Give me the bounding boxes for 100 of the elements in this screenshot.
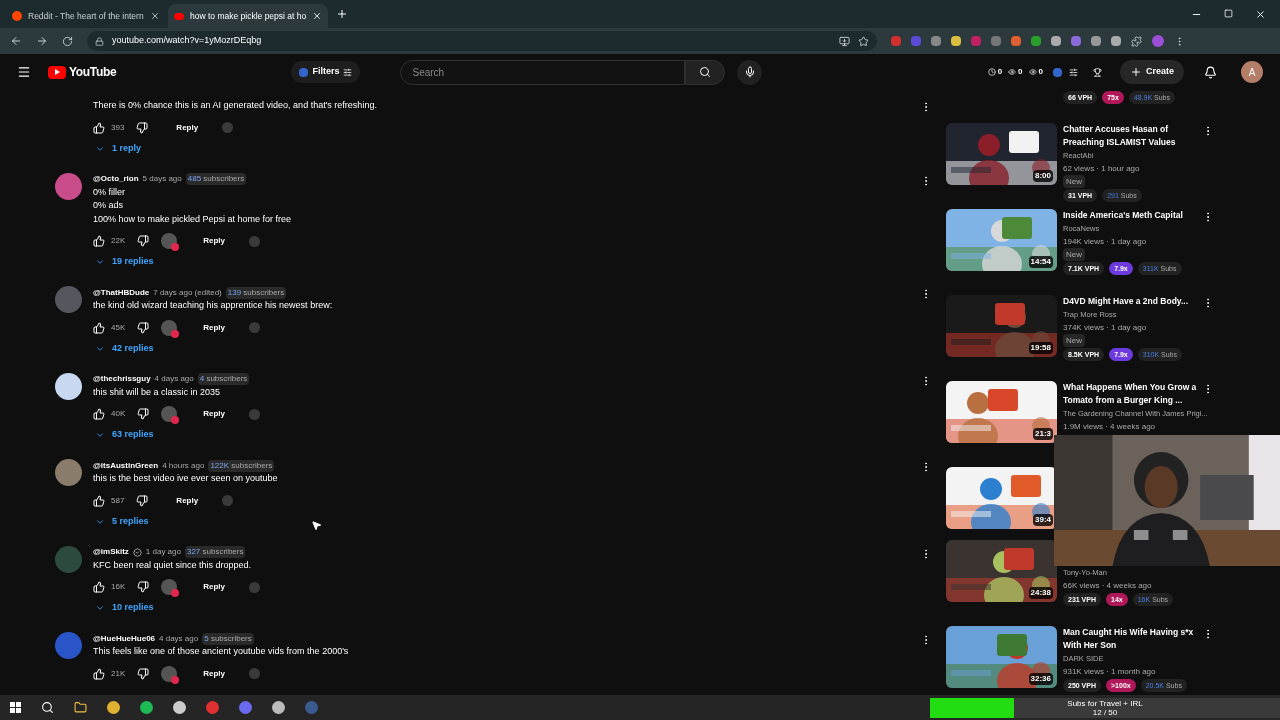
like-count: 393 (111, 121, 125, 134)
forward-icon[interactable] (36, 35, 48, 47)
address-bar[interactable]: youtube.com/watch?v=1yMozrDEqbg (87, 31, 877, 51)
reload-icon[interactable] (62, 35, 73, 47)
windows-start-icon[interactable] (10, 702, 21, 713)
create-button[interactable]: Create (1120, 60, 1184, 84)
subscriber-count-badge: 327 subscribers (184, 546, 246, 558)
like-icon[interactable] (93, 494, 105, 507)
search-icon[interactable] (41, 701, 54, 714)
trophy-icon[interactable] (1093, 67, 1102, 77)
reply-button[interactable]: Reply (195, 233, 234, 249)
replies-toggle[interactable]: 5 replies (95, 512, 149, 531)
comment-author[interactable]: @itsAustinGreen (93, 459, 159, 472)
video-title[interactable]: Inside America's Meth Capital (1063, 209, 1198, 222)
voice-search-button[interactable] (737, 59, 763, 85)
chevron-down-icon (95, 430, 105, 440)
comment-text: the kind old wizard teaching his apprentice his newest brew: (93, 299, 333, 312)
video-meta: 194K views · 1 day ago (1063, 236, 1148, 248)
comment-time: 4 days ago (154, 373, 194, 385)
comment-time: 7 days ago (edited) (153, 286, 222, 299)
reply-button[interactable]: Reply (195, 665, 234, 682)
replies-toggle[interactable]: 42 replies (95, 339, 154, 358)
goal-title: Subs for Travel + IRL (1067, 698, 1143, 708)
comment-author[interactable]: @Octo_rion (93, 173, 139, 185)
comment-author[interactable]: @HueHueHue06 (93, 632, 156, 645)
notifications-icon[interactable] (1204, 65, 1217, 79)
browser-tab[interactable]: Reddit - The heart of the intern (6, 4, 166, 28)
counter: 0 (1018, 66, 1023, 78)
close-icon[interactable] (150, 11, 160, 21)
filters-button[interactable]: Filters (291, 61, 361, 83)
replies-toggle[interactable]: 19 replies (95, 253, 154, 271)
reply-button[interactable]: Reply (195, 579, 234, 595)
video-meta: 374K views · 1 day ago (1063, 322, 1148, 334)
replies-toggle[interactable]: 10 replies (95, 599, 154, 617)
video-duration: 32:36 (1028, 673, 1053, 685)
avatar (55, 286, 82, 313)
tab-title: Reddit - The heart of the intern (28, 9, 144, 23)
sliders-icon (343, 67, 353, 77)
like-icon[interactable] (93, 581, 105, 593)
profile-icon[interactable] (1152, 35, 1164, 47)
replies-toggle[interactable]: 1 reply (95, 139, 142, 158)
like-icon[interactable] (93, 321, 105, 334)
dislike-icon[interactable] (136, 494, 149, 507)
extension-icon (299, 67, 309, 77)
bookmark-icon[interactable] (858, 35, 869, 47)
new-tab-icon[interactable] (336, 8, 348, 20)
dislike-icon[interactable] (137, 235, 150, 247)
reply-button[interactable]: Reply (168, 492, 207, 509)
video-title[interactable]: D4VD Might Have a 2nd Body... (1063, 295, 1198, 308)
video-title[interactable]: Man Caught His Wife Having s*x With Her Son (1063, 626, 1198, 652)
subscriber-count-badge: 139 subscribers (225, 286, 287, 299)
avatar (55, 545, 82, 573)
like-count: 16K (111, 581, 126, 593)
maximize-icon[interactable] (1224, 8, 1233, 18)
search-button[interactable] (685, 59, 726, 85)
comment-author[interactable]: @ThatHBDude (93, 286, 150, 299)
like-icon[interactable] (93, 408, 105, 420)
like-icon[interactable] (93, 121, 105, 134)
avatar (55, 372, 82, 400)
search-field[interactable]: Search (400, 59, 686, 85)
extensions-icon[interactable] (1131, 35, 1142, 47)
video-title[interactable]: What Happens When You Grow a Tomato from a Burger King ... (1063, 381, 1198, 407)
new-badge: New (1063, 334, 1085, 347)
comment-text: this shit will be a classic in 2035 (93, 385, 221, 399)
extension-icon[interactable] (1053, 67, 1062, 77)
dislike-icon[interactable] (137, 408, 150, 420)
reply-button[interactable]: Reply (195, 406, 234, 422)
dislike-icon[interactable] (137, 581, 150, 593)
reply-button[interactable]: Reply (195, 319, 234, 336)
reply-button[interactable]: Reply (168, 119, 207, 136)
video-duration: 14:54 (1028, 256, 1053, 268)
like-icon[interactable] (93, 667, 105, 680)
close-icon[interactable] (312, 11, 322, 21)
youtube-logo-icon (48, 65, 66, 79)
close-icon[interactable] (1255, 8, 1266, 20)
folder-icon[interactable] (74, 701, 87, 714)
back-icon[interactable] (10, 35, 22, 47)
dislike-icon[interactable] (136, 121, 149, 134)
comment-author[interactable]: @imSkitz (93, 546, 129, 558)
menu-icon[interactable] (17, 65, 31, 79)
subscriber-count-badge: 485 subscribers (185, 173, 247, 185)
like-icon[interactable] (93, 235, 105, 247)
dislike-icon[interactable] (137, 321, 150, 334)
clock-icon (987, 68, 996, 76)
dislike-icon[interactable] (137, 667, 150, 680)
comment-text: There is 0% chance this is an AI generated video, and that's refreshing. (93, 99, 377, 112)
replies-toggle[interactable]: 63 replies (95, 426, 154, 444)
video-title[interactable]: Chatter Accuses Hasan of Preaching ISLAMIST Values (1063, 123, 1198, 149)
sliders-icon[interactable] (1069, 67, 1078, 77)
subscriber-count-badge: 4 subscribers (197, 373, 250, 385)
browser-tab[interactable]: how to make pickle pepsi at ho (168, 4, 328, 28)
comment-author[interactable]: @thechrissguy (93, 373, 151, 385)
subscriber-count-badge: 5 subscribers (202, 632, 254, 645)
video-meta: 66K views · 4 weeks ago (1063, 580, 1153, 592)
search-icon (699, 66, 712, 78)
install-icon[interactable] (839, 35, 850, 47)
tab-title: how to make pickle pepsi at ho (190, 9, 306, 23)
cursor-icon (311, 520, 322, 531)
comment-time: 5 days ago (142, 173, 182, 185)
comment-time: 4 days ago (159, 632, 199, 645)
